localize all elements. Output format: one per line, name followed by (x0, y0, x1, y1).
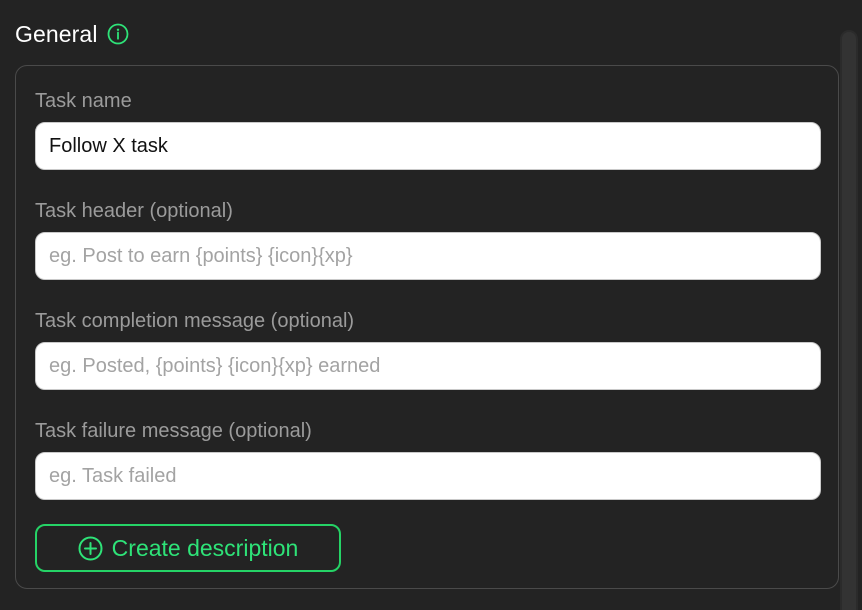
info-circle-icon[interactable] (107, 23, 129, 45)
task-header-label: Task header (optional) (35, 200, 233, 222)
completion-message-input[interactable] (35, 342, 821, 390)
section-header: General (15, 19, 129, 49)
section-title: General (15, 20, 98, 47)
task-name-label: Task name (35, 90, 132, 112)
scrollbar-thumb[interactable] (842, 32, 856, 610)
task-settings-page: General Task name Task header (optional)… (0, 0, 862, 610)
create-description-button[interactable]: Create description (35, 524, 341, 572)
failure-message-input[interactable] (35, 452, 821, 500)
plus-circle-icon (78, 536, 103, 561)
task-name-input[interactable] (35, 122, 821, 170)
completion-message-label: Task completion message (optional) (35, 310, 355, 332)
failure-message-label: Task failure message (optional) (35, 420, 312, 442)
create-description-label: Create description (111, 534, 299, 561)
task-header-input[interactable] (35, 232, 821, 280)
